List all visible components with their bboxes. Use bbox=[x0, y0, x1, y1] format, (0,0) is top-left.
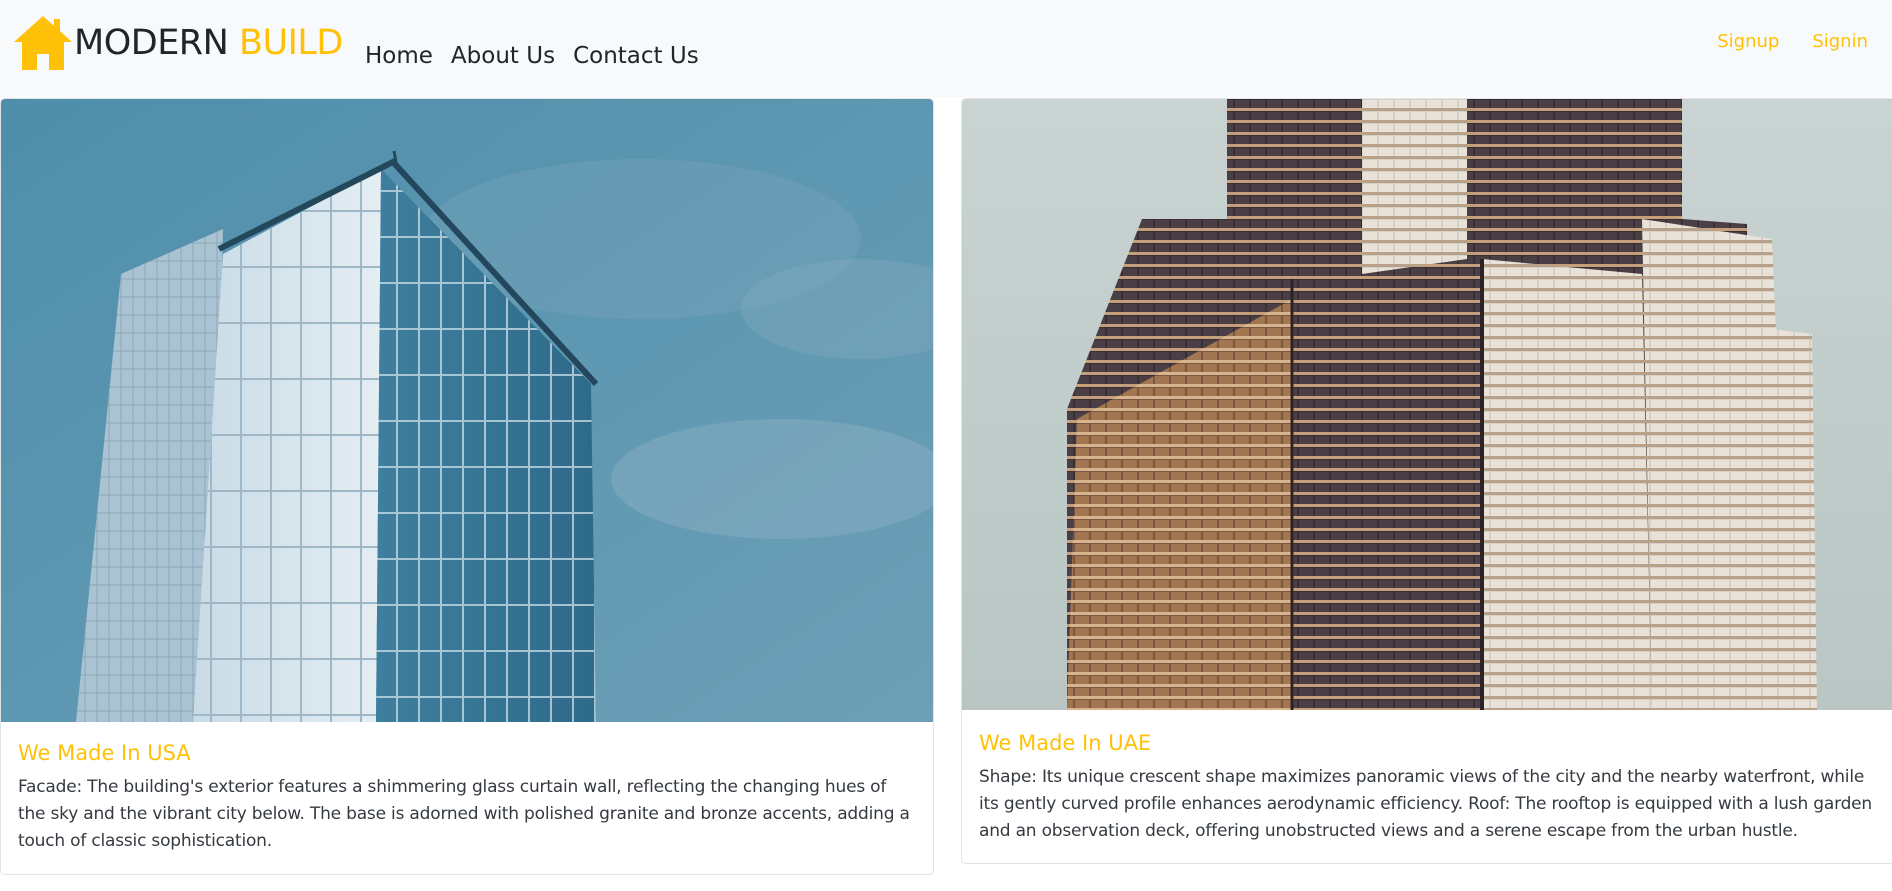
brand-word-2: BUILD bbox=[238, 22, 343, 63]
house-icon bbox=[14, 16, 72, 70]
card-body-usa: We Made In USA Facade: The building's ex… bbox=[1, 739, 933, 855]
card-title-uae: We Made In UAE bbox=[979, 731, 1152, 755]
signup-link[interactable]: Signup bbox=[1717, 29, 1779, 55]
card-title-usa: We Made In USA bbox=[18, 741, 191, 765]
glass-tower-image bbox=[1, 99, 933, 722]
nav-contact-us[interactable]: Contact Us bbox=[573, 40, 699, 72]
card-text-usa: Facade: The building's exterior features… bbox=[18, 777, 910, 851]
nav-about-us[interactable]: About Us bbox=[451, 40, 555, 72]
card-image-usa bbox=[1, 99, 933, 722]
signin-link[interactable]: Signin bbox=[1812, 29, 1868, 55]
brand-name: MODERN BUILD bbox=[74, 22, 343, 63]
nav-home[interactable]: Home bbox=[365, 40, 433, 72]
card-image-uae bbox=[962, 99, 1892, 710]
brand-word-1: MODERN bbox=[74, 22, 229, 63]
skyscraper-image bbox=[962, 99, 1892, 710]
auth-links: Signup Signin bbox=[1684, 29, 1868, 55]
navbar: MODERN BUILD Home About Us Contact Us Si… bbox=[0, 0, 1892, 97]
project-card-uae: We Made In UAE Shape: Its unique crescen… bbox=[961, 98, 1892, 864]
card-body-uae: We Made In UAE Shape: Its unique crescen… bbox=[962, 729, 1892, 845]
card-text-uae: Shape: Its unique crescent shape maximiz… bbox=[979, 767, 1872, 841]
brand-logo[interactable]: MODERN BUILD bbox=[12, 14, 343, 72]
main-nav: Home About Us Contact Us bbox=[365, 40, 717, 72]
project-card-usa: We Made In USA Facade: The building's ex… bbox=[0, 98, 934, 875]
